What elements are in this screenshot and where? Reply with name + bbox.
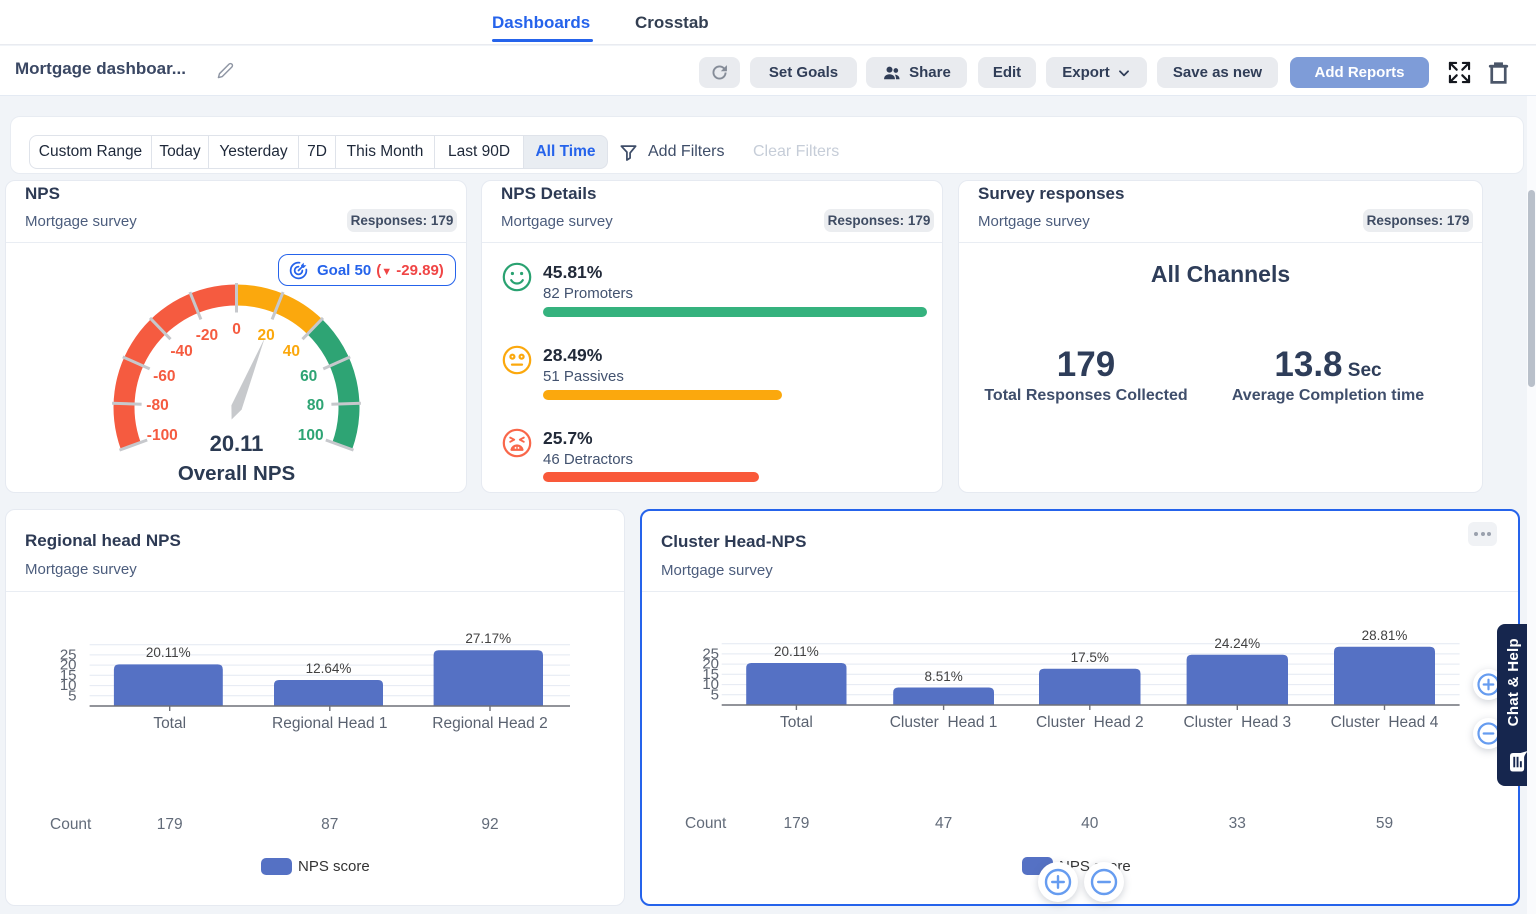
svg-text:-80: -80 [146, 397, 168, 414]
svg-text:5: 5 [68, 687, 76, 704]
svg-text:60: 60 [300, 368, 317, 385]
svg-text:-100: -100 [147, 427, 178, 444]
svg-text:80: 80 [307, 397, 324, 414]
svg-text:0: 0 [232, 321, 241, 338]
svg-text:-20: -20 [196, 327, 218, 344]
svg-text:20.11: 20.11 [210, 431, 264, 456]
svg-text:100: 100 [298, 427, 324, 444]
svg-text:Overall NPS: Overall NPS [178, 462, 295, 485]
svg-text:40: 40 [283, 343, 300, 360]
svg-text:5: 5 [711, 686, 719, 703]
svg-text:-40: -40 [170, 343, 192, 360]
svg-text:-60: -60 [153, 368, 175, 385]
svg-text:20: 20 [257, 327, 274, 344]
